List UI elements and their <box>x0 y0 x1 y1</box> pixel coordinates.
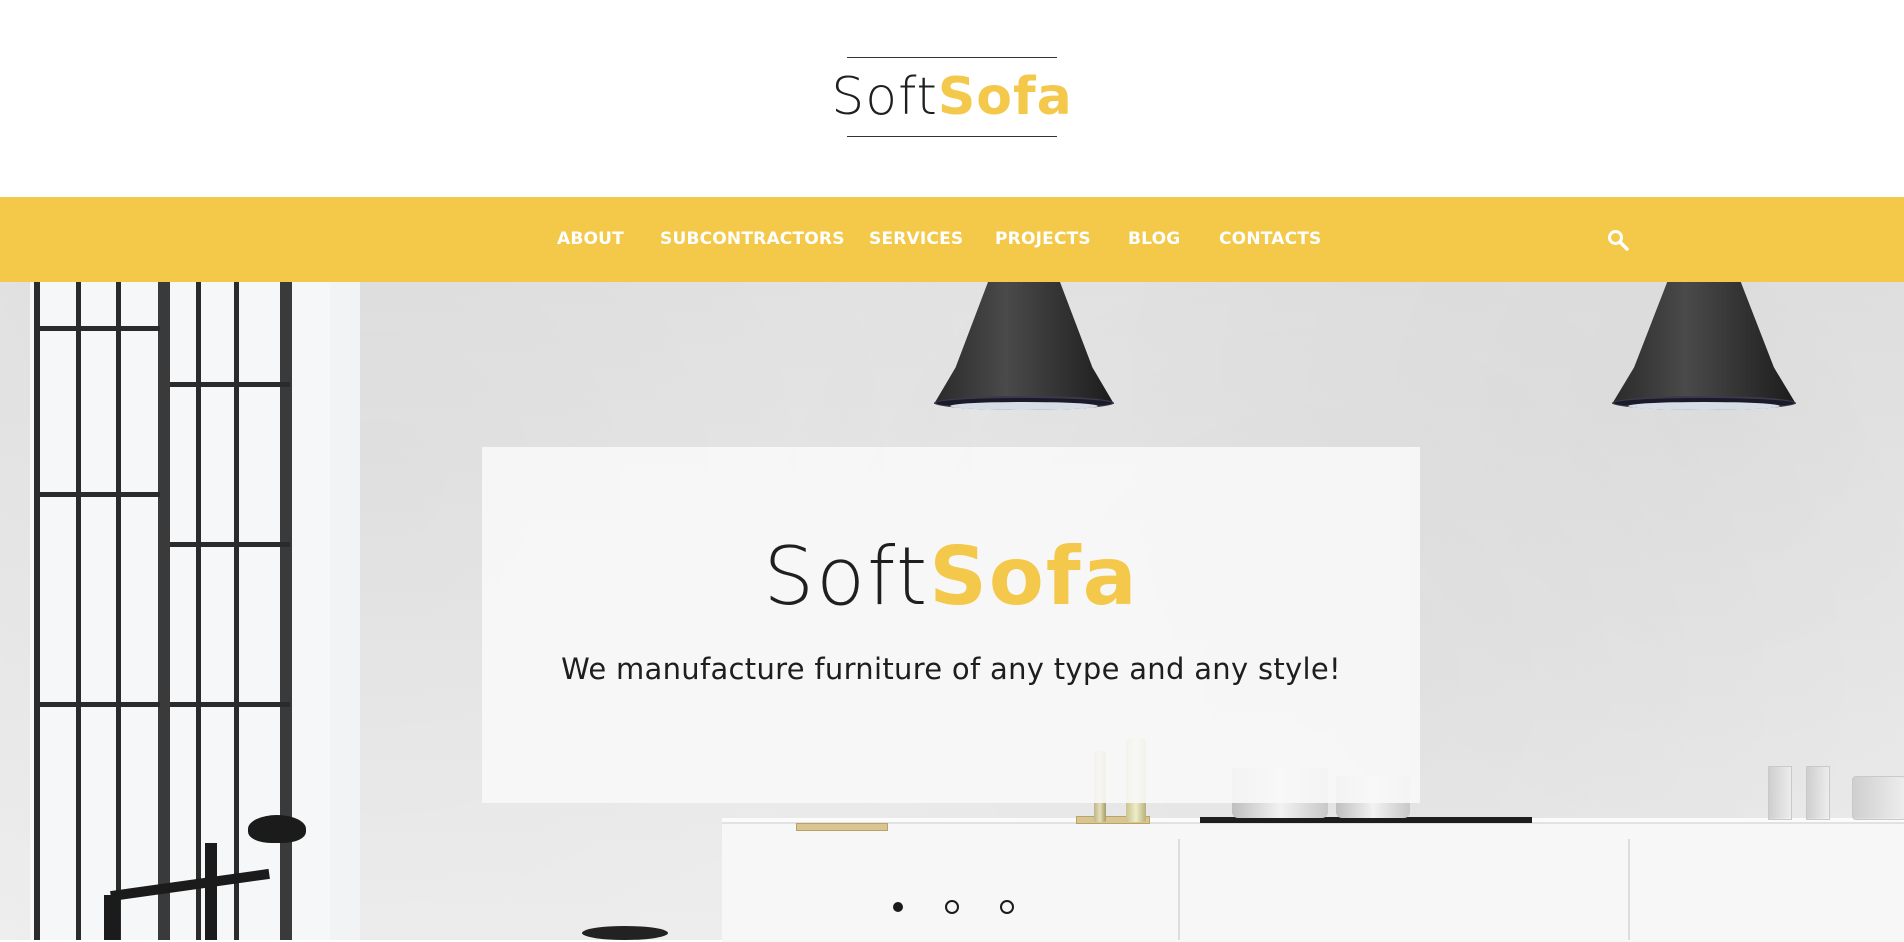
slider-dot-2[interactable] <box>945 900 959 914</box>
glass <box>1806 766 1830 820</box>
hero-card: SoftSofa We manufacture furniture of any… <box>482 447 1420 803</box>
hero-title-soft: Soft <box>763 530 930 623</box>
plate-stack <box>1852 776 1904 820</box>
bar-stool <box>582 926 668 940</box>
slider-dot-3[interactable] <box>1000 900 1014 914</box>
slider-dot-1[interactable] <box>893 902 903 912</box>
nav-item-services[interactable]: SERVICES <box>869 197 963 282</box>
search-button[interactable] <box>1606 228 1630 252</box>
logo-text-sofa: Sofa <box>937 67 1073 127</box>
hero-subtitle: We manufacture furniture of any type and… <box>561 652 1341 686</box>
nav-item-about[interactable]: ABOUT <box>557 197 624 282</box>
hero-title: SoftSofa <box>482 537 1420 617</box>
nav-item-projects[interactable]: PROJECTS <box>995 197 1091 282</box>
nav-item-subcontractors[interactable]: SUBCONTRACTORS <box>660 197 845 282</box>
kitchen-counter <box>722 822 1904 942</box>
hero-title-sofa: Sofa <box>929 530 1139 623</box>
pendant-lamp <box>1612 282 1796 410</box>
nav-item-blog[interactable]: BLOG <box>1128 197 1180 282</box>
nav-item-contacts[interactable]: CONTACTS <box>1219 197 1322 282</box>
bicycle-seat <box>248 815 306 843</box>
glass <box>1768 766 1792 820</box>
site-header: Soft Sofa <box>0 0 1904 196</box>
pendant-lamp <box>934 282 1114 410</box>
logo-text-soft: Soft <box>831 67 938 127</box>
search-icon <box>1608 230 1629 251</box>
cutting-board <box>796 823 888 831</box>
site-logo[interactable]: Soft Sofa <box>831 57 1072 137</box>
